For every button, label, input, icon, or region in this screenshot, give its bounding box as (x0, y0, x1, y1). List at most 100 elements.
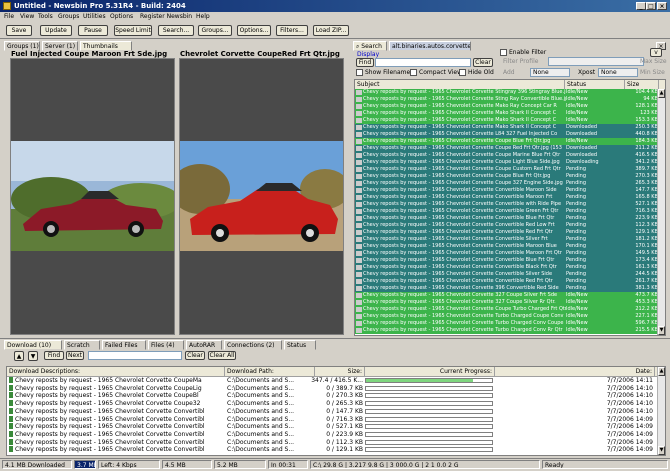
download-row[interactable]: Chevy reposts by request - 1965 Chevrole… (7, 392, 665, 399)
options-button[interactable]: Options... (237, 25, 271, 36)
download-row[interactable]: Chevy reposts by request - 1965 Chevrole… (7, 446, 665, 453)
none-select-1[interactable]: None (530, 68, 570, 77)
tab-connections[interactable]: Connections (2) (224, 340, 282, 350)
column-subject[interactable]: Subject (355, 80, 565, 89)
post-row[interactable]: Chevy reposts by request - 1965 Chevrole… (355, 264, 665, 271)
download-filter-input[interactable] (88, 351, 182, 360)
post-row[interactable]: Chevy reposts by request - 1965 Chevrole… (355, 145, 665, 152)
post-row[interactable]: Chevy reposts by request - 1965 Chevrole… (355, 103, 665, 110)
column-progress[interactable]: Current Progress: (365, 367, 495, 376)
scroll-up-arrow[interactable]: ▲ (658, 89, 665, 98)
post-row[interactable]: Chevy reposts by request - 1965 Chevrole… (355, 299, 665, 306)
tab-download[interactable]: Download (10) (4, 340, 62, 350)
post-row[interactable]: Chevy reposts by request - 1965 Chevrole… (355, 180, 665, 187)
download-row[interactable]: Chevy reposts by request - 1965 Chevrole… (7, 407, 665, 415)
column-dl-size[interactable]: Size: (315, 367, 365, 376)
download-row[interactable]: Chevy reposts by request - 1965 Chevrole… (7, 400, 665, 407)
post-row[interactable]: Chevy reposts by request - 1965 Chevrole… (355, 327, 665, 334)
post-row[interactable]: Chevy reposts by request - 1965 Chevrole… (355, 96, 665, 103)
thumbnail-1[interactable]: Fuel Injected Coupe Maroon Frt Sde.jpg (10, 50, 181, 335)
download-next-button[interactable]: Next (66, 351, 84, 360)
groups-button[interactable]: Groups... (198, 25, 232, 36)
post-row[interactable]: Chevy reposts by request - 1965 Chevrole… (355, 250, 665, 257)
post-row[interactable]: Chevy reposts by request - 1965 Chevrole… (355, 131, 665, 138)
post-row[interactable]: Chevy reposts by request - 1965 Chevrole… (355, 278, 665, 285)
show-filenames-checkbox[interactable] (356, 69, 363, 76)
move-up-icon[interactable]: ▲ (14, 351, 24, 361)
menu-options[interactable]: Options (110, 13, 133, 20)
move-down-icon[interactable]: ▼ (28, 351, 38, 361)
dl-scroll-down-arrow[interactable]: ▼ (658, 446, 665, 455)
post-row[interactable]: Chevy reposts by request - 1965 Chevrole… (355, 222, 665, 229)
post-row[interactable]: Chevy reposts by request - 1965 Chevrole… (355, 89, 665, 96)
post-row[interactable]: Chevy reposts by request - 1965 Chevrole… (355, 271, 665, 278)
post-row[interactable]: Chevy reposts by request - 1965 Chevrole… (355, 208, 665, 215)
tab-group-posts[interactable]: alt.binaries.autos.corvette (389, 41, 471, 51)
update-button[interactable]: Update (40, 25, 72, 36)
filter-profile-select[interactable] (548, 57, 644, 66)
menu-view[interactable]: View (20, 13, 34, 20)
post-row[interactable]: Chevy reposts by request - 1965 Chevrole… (355, 215, 665, 222)
hide-old-checkbox[interactable] (459, 69, 466, 76)
post-row[interactable]: Chevy reposts by request - 1965 Chevrole… (355, 152, 665, 159)
column-date[interactable]: Date: (495, 367, 655, 376)
post-row[interactable]: Chevy reposts by request - 1965 Chevrole… (355, 306, 665, 313)
download-row[interactable]: Chevy reposts by request - 1965 Chevrole… (7, 384, 665, 392)
post-row[interactable]: Chevy reposts by request - 1965 Chevrole… (355, 187, 665, 194)
compact-view-checkbox[interactable] (410, 69, 417, 76)
menu-utilities[interactable]: Utilities (83, 13, 106, 20)
menu-file[interactable]: File (4, 13, 14, 20)
download-row[interactable]: Chevy reposts by request - 1965 Chevrole… (7, 430, 665, 438)
download-row[interactable]: Chevy reposts by request - 1965 Chevrole… (7, 423, 665, 430)
post-row[interactable]: Chevy reposts by request - 1965 Chevrole… (355, 236, 665, 243)
post-row[interactable]: Chevy reposts by request - 1965 Chevrole… (355, 194, 665, 201)
tab-autorar[interactable]: AutoRAR (186, 340, 222, 350)
none-select-2[interactable]: None (598, 68, 638, 77)
tab-failed-files[interactable]: Failed Files (102, 340, 146, 350)
tab-status[interactable]: Status (284, 340, 316, 350)
post-row[interactable]: Chevy reposts by request - 1965 Chevrole… (355, 320, 665, 327)
post-row[interactable]: Chevy reposts by request - 1965 Chevrole… (355, 292, 665, 299)
post-row[interactable]: Chevy reposts by request - 1965 Chevrole… (355, 166, 665, 173)
enable-filter-checkbox[interactable] (500, 49, 507, 56)
post-row[interactable]: Chevy reposts by request - 1965 Chevrole… (355, 257, 665, 264)
thumbnail-2[interactable]: Chevrolet Corvette CoupeRed Frt Qtr.jpg (170, 50, 350, 335)
clear-all-button[interactable]: Clear All (208, 351, 236, 360)
scroll-down-arrow[interactable]: ▼ (658, 326, 665, 335)
pause-button[interactable]: Pause (78, 25, 108, 36)
post-row[interactable]: Chevy reposts by request - 1965 Chevrole… (355, 124, 665, 131)
posts-scrollbar[interactable]: ▲ ▼ (657, 89, 665, 335)
post-row[interactable]: Chevy reposts by request - 1965 Chevrole… (355, 229, 665, 236)
display-link[interactable]: Display (357, 51, 379, 58)
save-button[interactable]: Save (6, 25, 32, 36)
filter-dropdown-button[interactable]: v (650, 48, 662, 57)
downloads-scrollbar[interactable]: ▲ ▼ (657, 367, 665, 455)
column-status[interactable]: Status (565, 80, 625, 89)
dl-scroll-up-arrow[interactable]: ▲ (658, 367, 665, 376)
download-row[interactable]: Chevy reposts by request - 1965 Chevrole… (7, 438, 665, 446)
download-row[interactable]: Chevy reposts by request - 1965 Chevrole… (7, 377, 665, 384)
tab-search[interactable]: ⌕ Search (353, 41, 387, 51)
load-zip-button[interactable]: Load ZIP... (313, 25, 349, 36)
search-input[interactable] (375, 58, 471, 67)
post-row[interactable]: Chevy reposts by request - 1965 Chevrole… (355, 201, 665, 208)
post-row[interactable]: Chevy reposts by request - 1965 Chevrole… (355, 138, 665, 145)
speed-limit-button[interactable]: Speed Limit (114, 25, 152, 36)
download-find-button[interactable]: Find (44, 351, 64, 360)
search-button[interactable]: Search... (158, 25, 194, 36)
find-button[interactable]: Find (356, 58, 374, 67)
minimize-button[interactable]: _ (636, 2, 646, 10)
menu-help[interactable]: Help (196, 13, 210, 20)
column-description[interactable]: Download Descriptions: (7, 367, 225, 376)
download-clear-button[interactable]: Clear (185, 351, 205, 360)
tab-files[interactable]: Files (4) (148, 340, 184, 350)
post-row[interactable]: Chevy reposts by request - 1965 Chevrole… (355, 285, 665, 292)
menu-register[interactable]: Register Newsbin (140, 13, 192, 20)
menu-tools[interactable]: Tools (38, 13, 53, 20)
clear-button[interactable]: Clear (473, 58, 493, 67)
download-row[interactable]: Chevy reposts by request - 1965 Chevrole… (7, 415, 665, 423)
post-row[interactable]: Chevy reposts by request - 1965 Chevrole… (355, 243, 665, 250)
tab-scratch[interactable]: Scratch (64, 340, 100, 350)
post-row[interactable]: Chevy reposts by request - 1965 Chevrole… (355, 313, 665, 320)
filters-button[interactable]: Filters... (276, 25, 308, 36)
